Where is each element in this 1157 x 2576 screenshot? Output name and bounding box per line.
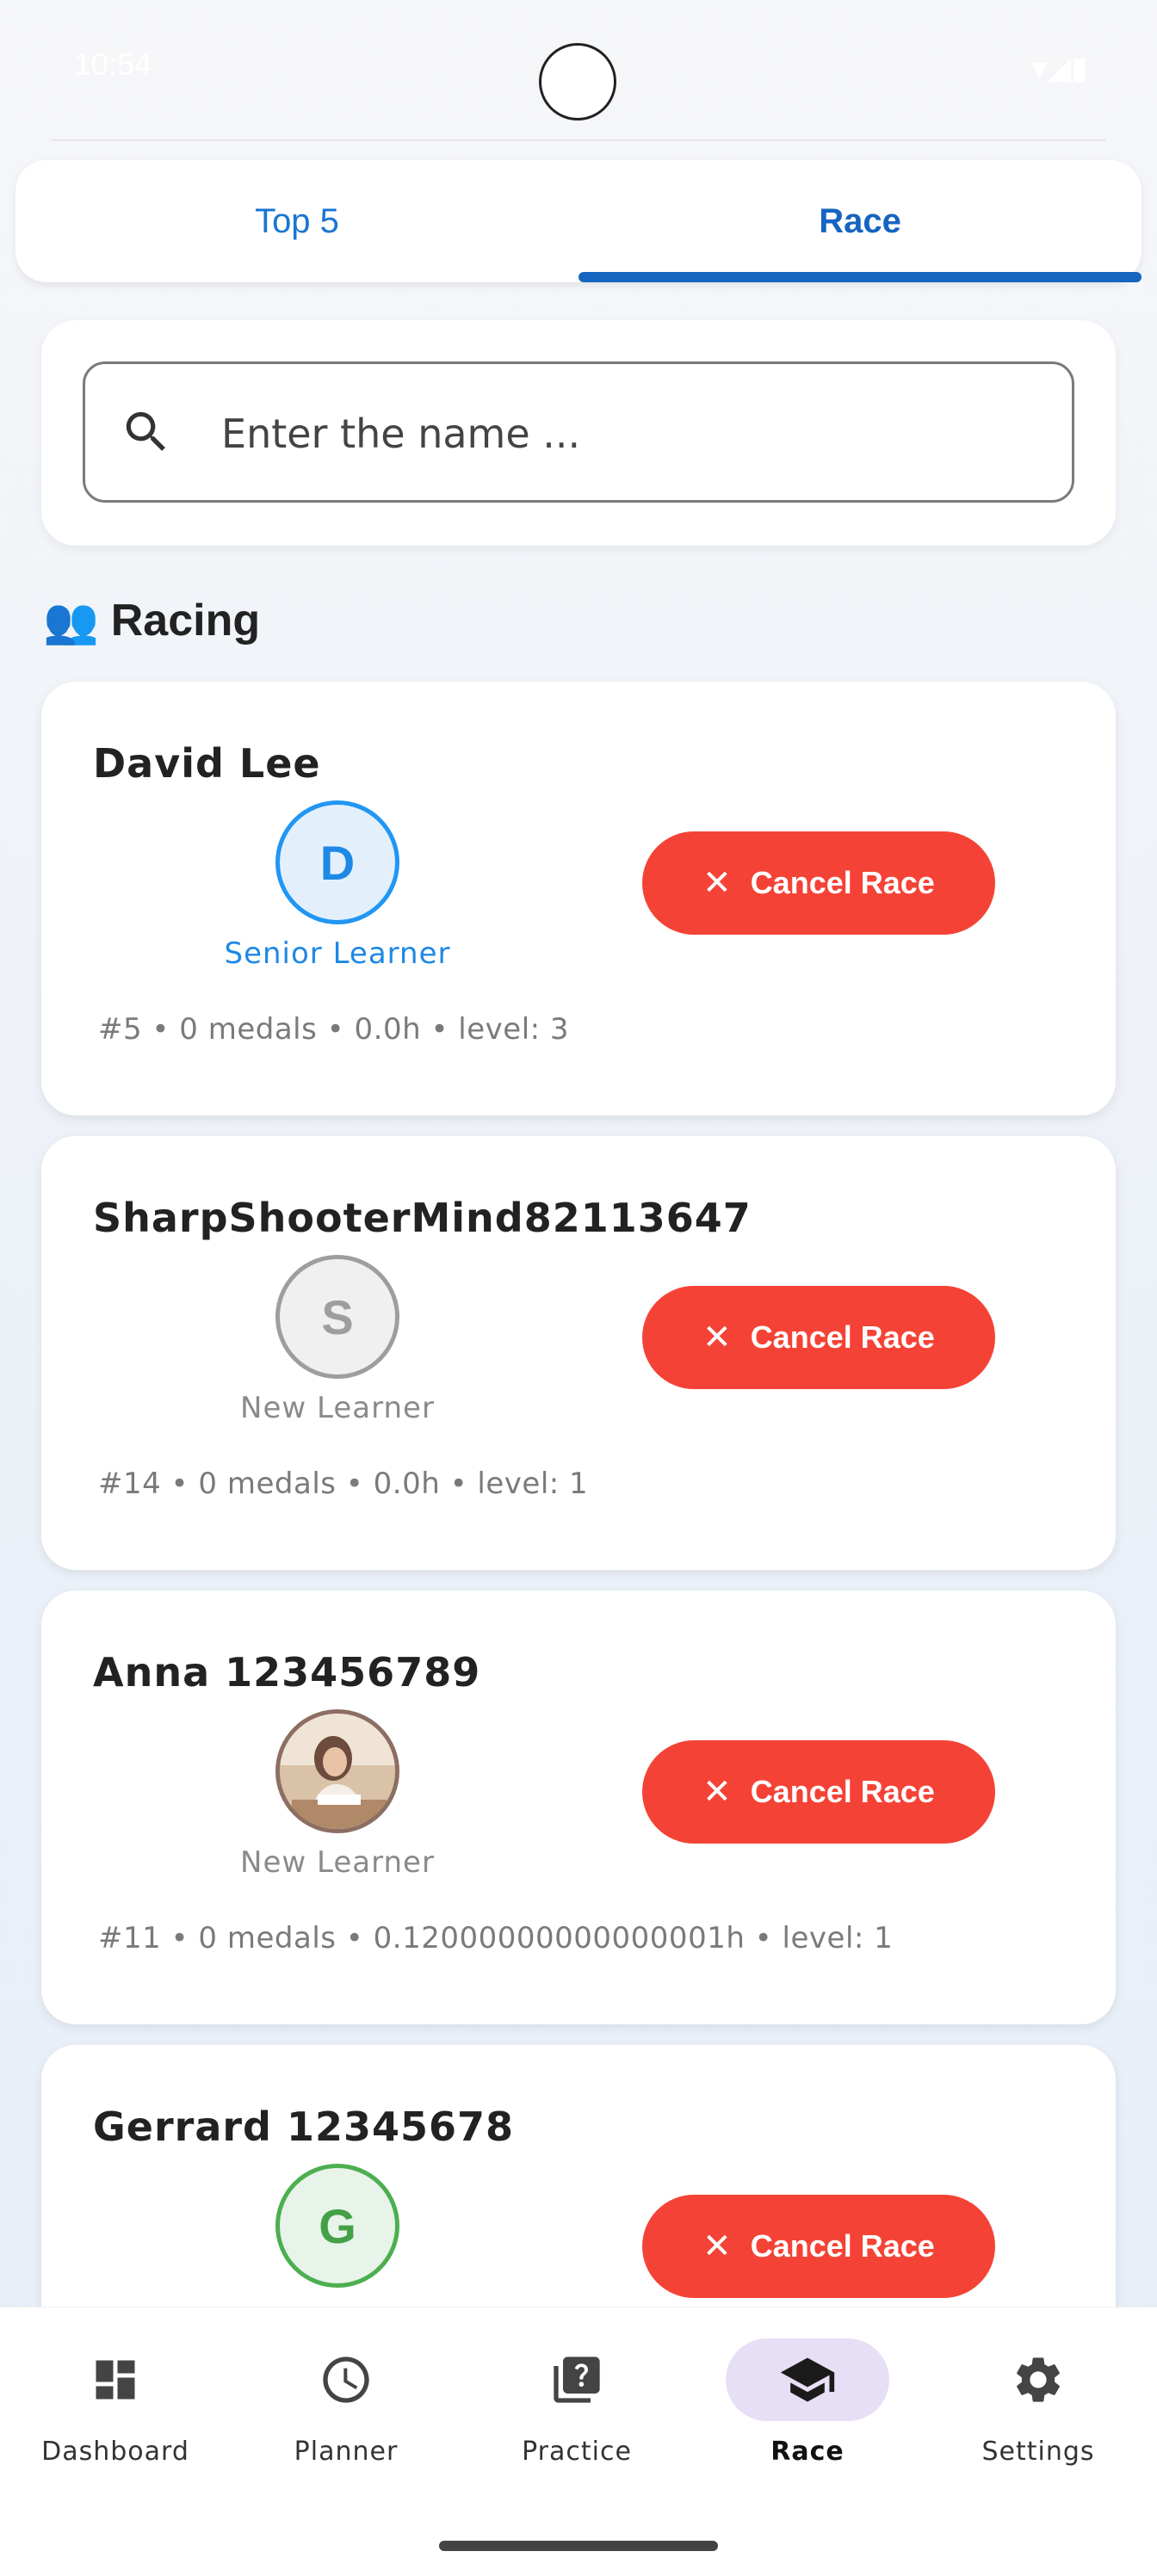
cancel-race-button[interactable]: ✕ Cancel Race xyxy=(642,831,995,935)
cancel-race-button[interactable]: ✕ Cancel Race xyxy=(642,1286,995,1389)
camera-cutout xyxy=(539,43,616,120)
nav-label: Race xyxy=(770,2437,845,2467)
nav-active-indicator xyxy=(726,2338,889,2421)
learner-level: Senior Learner xyxy=(224,936,451,971)
avatar: G xyxy=(275,2164,399,2288)
cancel-race-label: Cancel Race xyxy=(750,2228,935,2264)
racer-stats: #14 • 0 medals • 0.0h • level: 1 xyxy=(98,1467,589,1501)
close-icon: ✕ xyxy=(702,1319,732,1356)
cancel-race-label: Cancel Race xyxy=(750,1774,935,1809)
quiz-icon xyxy=(554,2357,600,2403)
racer-card: David Lee D Senior Learner ✕ Cancel Race… xyxy=(41,682,1116,1115)
cancel-race-button[interactable]: ✕ Cancel Race xyxy=(642,1740,995,1844)
nav-label: Dashboard xyxy=(41,2437,189,2467)
status-icons: ▾◢▮ xyxy=(1031,50,1088,85)
avatar: S xyxy=(275,1255,399,1379)
cancel-race-button[interactable]: ✕ Cancel Race xyxy=(642,2195,995,2298)
nav-race[interactable]: Race xyxy=(692,2307,923,2497)
avatar: D xyxy=(275,800,399,924)
gear-icon xyxy=(1017,2357,1060,2402)
nav-planner[interactable]: Planner xyxy=(231,2307,461,2497)
cancel-race-label: Cancel Race xyxy=(750,865,935,900)
avatar-photo xyxy=(275,1709,399,1833)
nav-label: Settings xyxy=(981,2437,1095,2467)
close-icon: ✕ xyxy=(702,2227,732,2265)
clock-icon xyxy=(323,2357,369,2403)
home-indicator[interactable] xyxy=(439,2541,718,2551)
close-icon: ✕ xyxy=(702,1773,732,1811)
racer-card: SharpShooterMind82113647 S New Learner ✕… xyxy=(41,1136,1116,1570)
search-input[interactable] xyxy=(220,398,998,469)
tab-race[interactable]: Race xyxy=(578,160,1142,282)
learner-level: New Learner xyxy=(240,1845,435,1880)
nav-practice[interactable]: Practice xyxy=(461,2307,692,2497)
racer-name: Gerrard 12345678 xyxy=(93,2103,515,2150)
graduation-cap-icon xyxy=(780,2357,835,2402)
racer-name: David Lee xyxy=(93,740,321,787)
nav-settings[interactable]: Settings xyxy=(923,2307,1154,2497)
people-icon: 👥 xyxy=(43,596,99,646)
racer-stats: #5 • 0 medals • 0.0h • level: 3 xyxy=(98,1012,570,1047)
header-divider xyxy=(52,139,1105,141)
search-box[interactable] xyxy=(83,361,1074,503)
section-title-text: Racing xyxy=(110,596,261,646)
close-icon: ✕ xyxy=(702,864,732,902)
person-photo-icon xyxy=(280,1714,395,1829)
section-title: 👥 Racing xyxy=(43,590,260,651)
nav-dashboard[interactable]: Dashboard xyxy=(0,2307,231,2497)
racer-name: Anna 123456789 xyxy=(93,1649,481,1696)
search-icon xyxy=(126,411,165,451)
status-time: 10:54 xyxy=(74,46,152,82)
search-card xyxy=(41,320,1116,546)
tab-indicator xyxy=(578,272,1142,282)
nav-label: Practice xyxy=(522,2437,632,2467)
racer-name: SharpShooterMind82113647 xyxy=(93,1195,752,1241)
tab-top5[interactable]: Top 5 xyxy=(15,160,578,282)
bottom-navigation: Dashboard Planner Practice Race Settings xyxy=(0,2307,1157,2576)
racer-stats: #11 • 0 medals • 0.12000000000000001h • … xyxy=(98,1921,894,1955)
tab-bar: Top 5 Race xyxy=(15,160,1142,282)
dashboard-icon xyxy=(96,2360,135,2400)
racer-card: Anna 123456789 New Learner ✕ Cancel Race… xyxy=(41,1591,1116,2024)
status-bar: 10:54 ▾◢▮ xyxy=(0,0,1157,138)
cancel-race-label: Cancel Race xyxy=(750,1319,935,1355)
learner-level: New Learner xyxy=(240,1391,435,1425)
nav-label: Planner xyxy=(294,2437,399,2467)
